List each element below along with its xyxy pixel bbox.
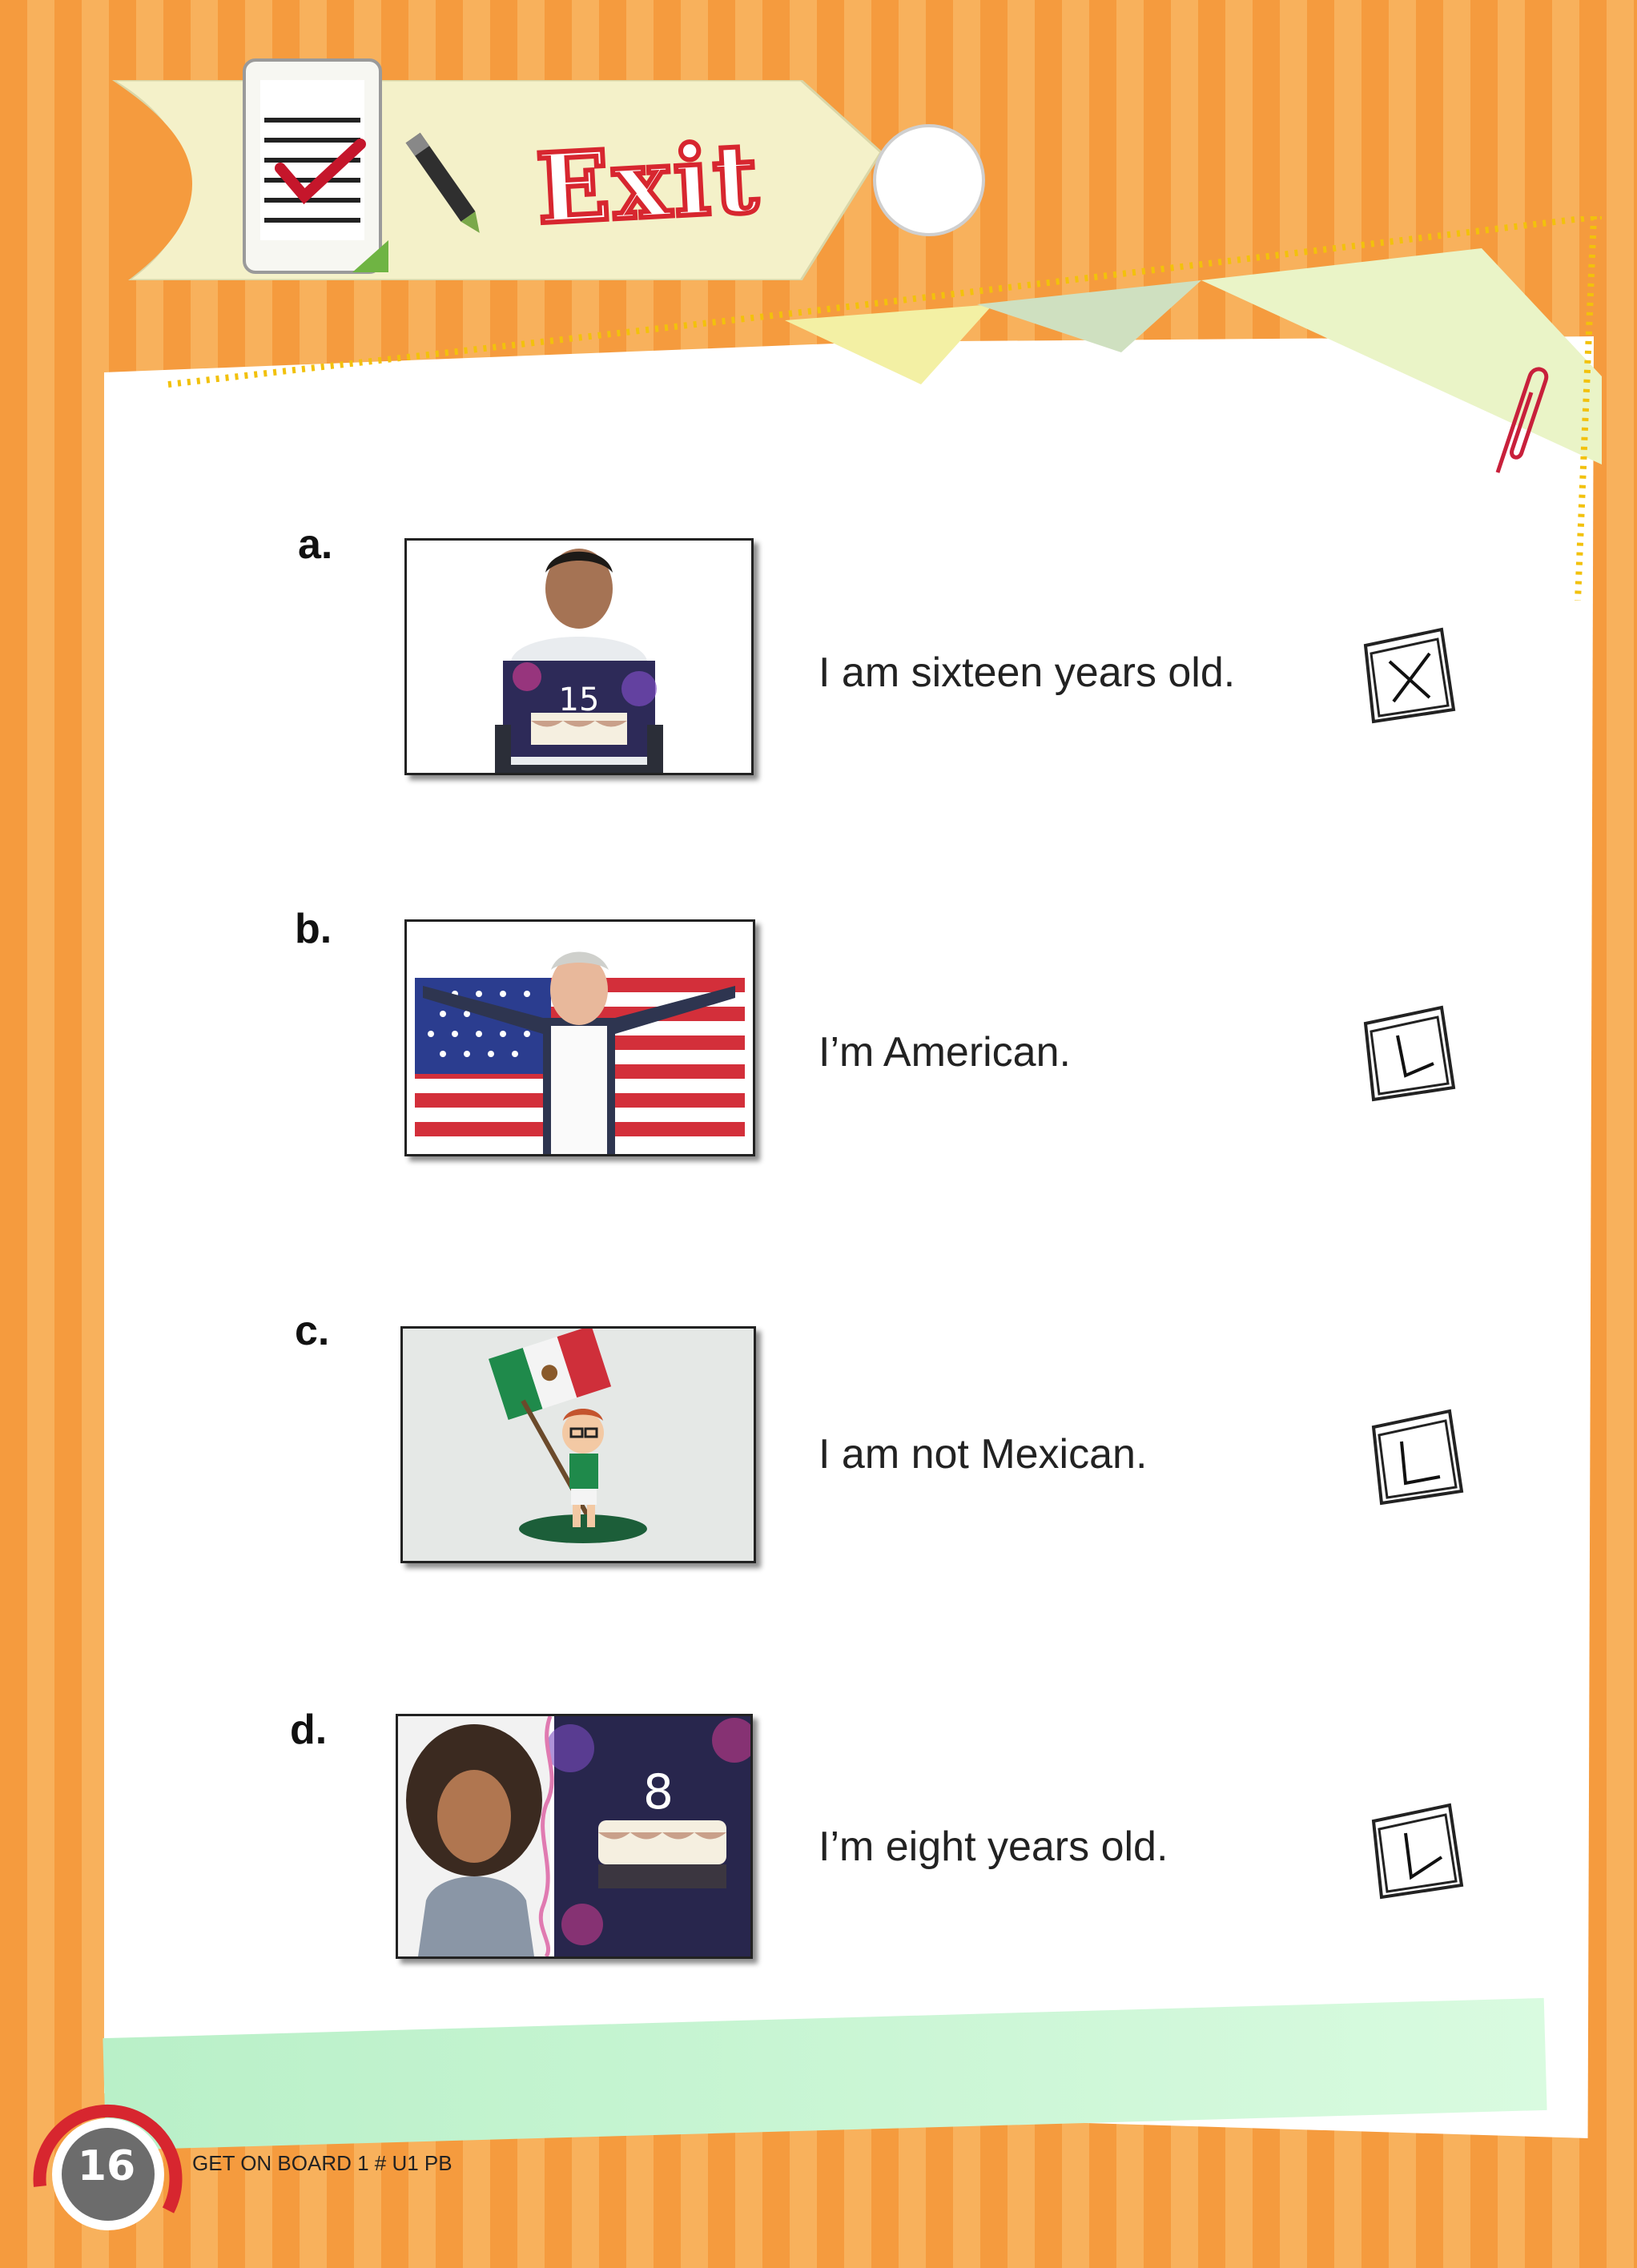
checklist-icon	[240, 56, 392, 280]
answer-box-c[interactable]	[1361, 1403, 1474, 1515]
item-sentence-c: I am not Mexican.	[818, 1431, 1148, 1478]
item-sentence-d: I’m eight years old.	[818, 1824, 1168, 1870]
cake-number-a: 15	[559, 682, 600, 718]
item-letter-a: a.	[298, 521, 333, 568]
pencil-icon	[400, 120, 489, 248]
photo-boy-with-mexican-flag	[400, 1326, 756, 1563]
check-mark-icon	[1404, 1832, 1443, 1880]
item-sentence-a: I am sixteen years old.	[818, 649, 1236, 696]
cake-number-d: 8	[643, 1764, 674, 1820]
item-letter-b: b.	[295, 906, 332, 952]
item-letter-c: c.	[295, 1308, 330, 1354]
answer-box-d[interactable]	[1361, 1797, 1474, 1909]
paperclip-icon	[1474, 360, 1554, 481]
answer-box-a[interactable]	[1353, 621, 1466, 734]
book-footer: GET ON BOARD 1 # U1 PB	[192, 2151, 452, 2175]
item-sentence-b: I’m American.	[818, 1029, 1071, 1076]
item-letter-d: d.	[290, 1707, 328, 1753]
photo-girl-with-cake: 8	[396, 1714, 753, 1959]
photo-man-with-flag	[404, 919, 755, 1156]
check-mark-icon	[1396, 1035, 1434, 1078]
x-mark-icon	[1388, 652, 1431, 703]
check-mark-icon	[1400, 1441, 1441, 1486]
page-title: Exit	[531, 119, 766, 248]
answer-box-b[interactable]	[1353, 999, 1466, 1112]
photo-boy-with-cake: 15	[404, 538, 754, 775]
page-number: 16	[77, 2142, 136, 2190]
